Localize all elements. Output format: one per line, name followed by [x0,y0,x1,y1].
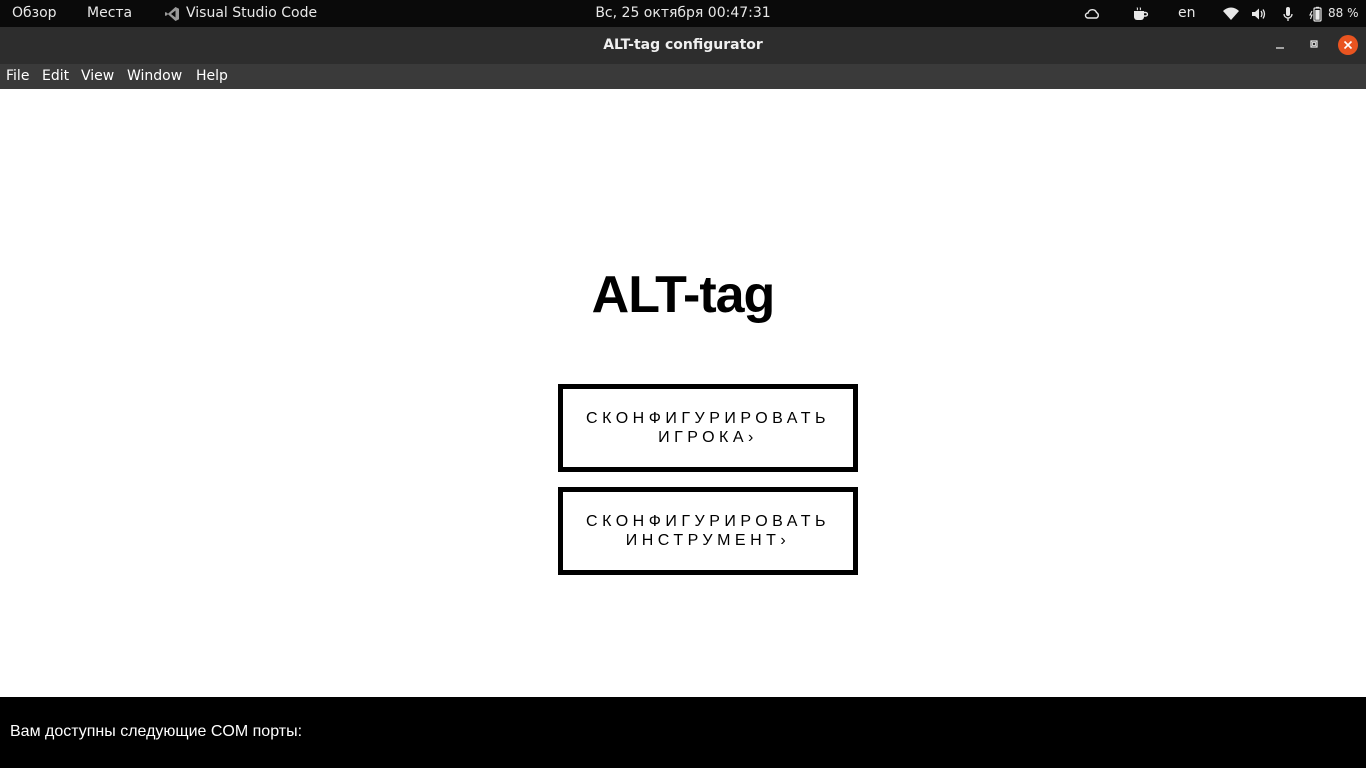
microphone-icon[interactable] [1279,5,1297,23]
menu-file[interactable]: File [6,64,29,89]
menu-bar: File Edit View Window Help [0,64,1366,89]
caffeine-cup-icon[interactable] [1131,5,1149,23]
close-button[interactable] [1338,35,1358,55]
com-ports-label: Вам доступны следующие COM порты: [10,723,303,740]
battery-percent[interactable]: 88 % [1328,0,1359,27]
places-menu[interactable]: Места [87,0,132,27]
menu-window[interactable]: Window [127,64,182,89]
com-ports-panel: Вам доступны следующие COM порты: [0,697,1366,768]
main-content: ALT-tag СКОНФИГУРИРОВАТЬ ИГРОКА› СКОНФИГ… [0,89,1366,697]
vscode-icon [165,6,179,21]
cloud-icon[interactable] [1083,5,1101,23]
volume-icon[interactable] [1250,5,1268,23]
keyboard-layout-indicator[interactable]: en [1178,0,1196,27]
maximize-icon[interactable] [1304,35,1324,55]
configure-player-button[interactable]: СКОНФИГУРИРОВАТЬ ИГРОКА› [558,384,858,472]
active-app-menu[interactable]: Visual Studio Code [164,0,317,27]
window-title-bar[interactable]: ALT-tag configurator [0,27,1366,64]
battery-icon[interactable] [1307,5,1325,23]
configure-instrument-label: СКОНФИГУРИРОВАТЬ ИНСТРУМЕНТ› [586,513,830,549]
configure-instrument-button[interactable]: СКОНФИГУРИРОВАТЬ ИНСТРУМЕНТ› [558,487,858,575]
activities-overview-button[interactable]: Обзор [12,0,57,27]
active-app-label: Visual Studio Code [186,5,318,21]
menu-help[interactable]: Help [196,64,228,89]
close-icon [1343,40,1353,50]
menu-view[interactable]: View [81,64,114,89]
wifi-icon[interactable] [1222,5,1240,23]
minimize-icon[interactable] [1270,35,1290,55]
clock[interactable]: Вс, 25 октября 00:47:31 [595,5,770,21]
window-title: ALT-tag configurator [603,37,763,53]
page-title: ALT-tag [591,266,776,324]
menu-edit[interactable]: Edit [42,64,69,89]
configure-player-label: СКОНФИГУРИРОВАТЬ ИГРОКА› [586,410,830,446]
system-top-bar: Обзор Места Visual Studio Code Вс, 25 ок… [0,0,1366,27]
